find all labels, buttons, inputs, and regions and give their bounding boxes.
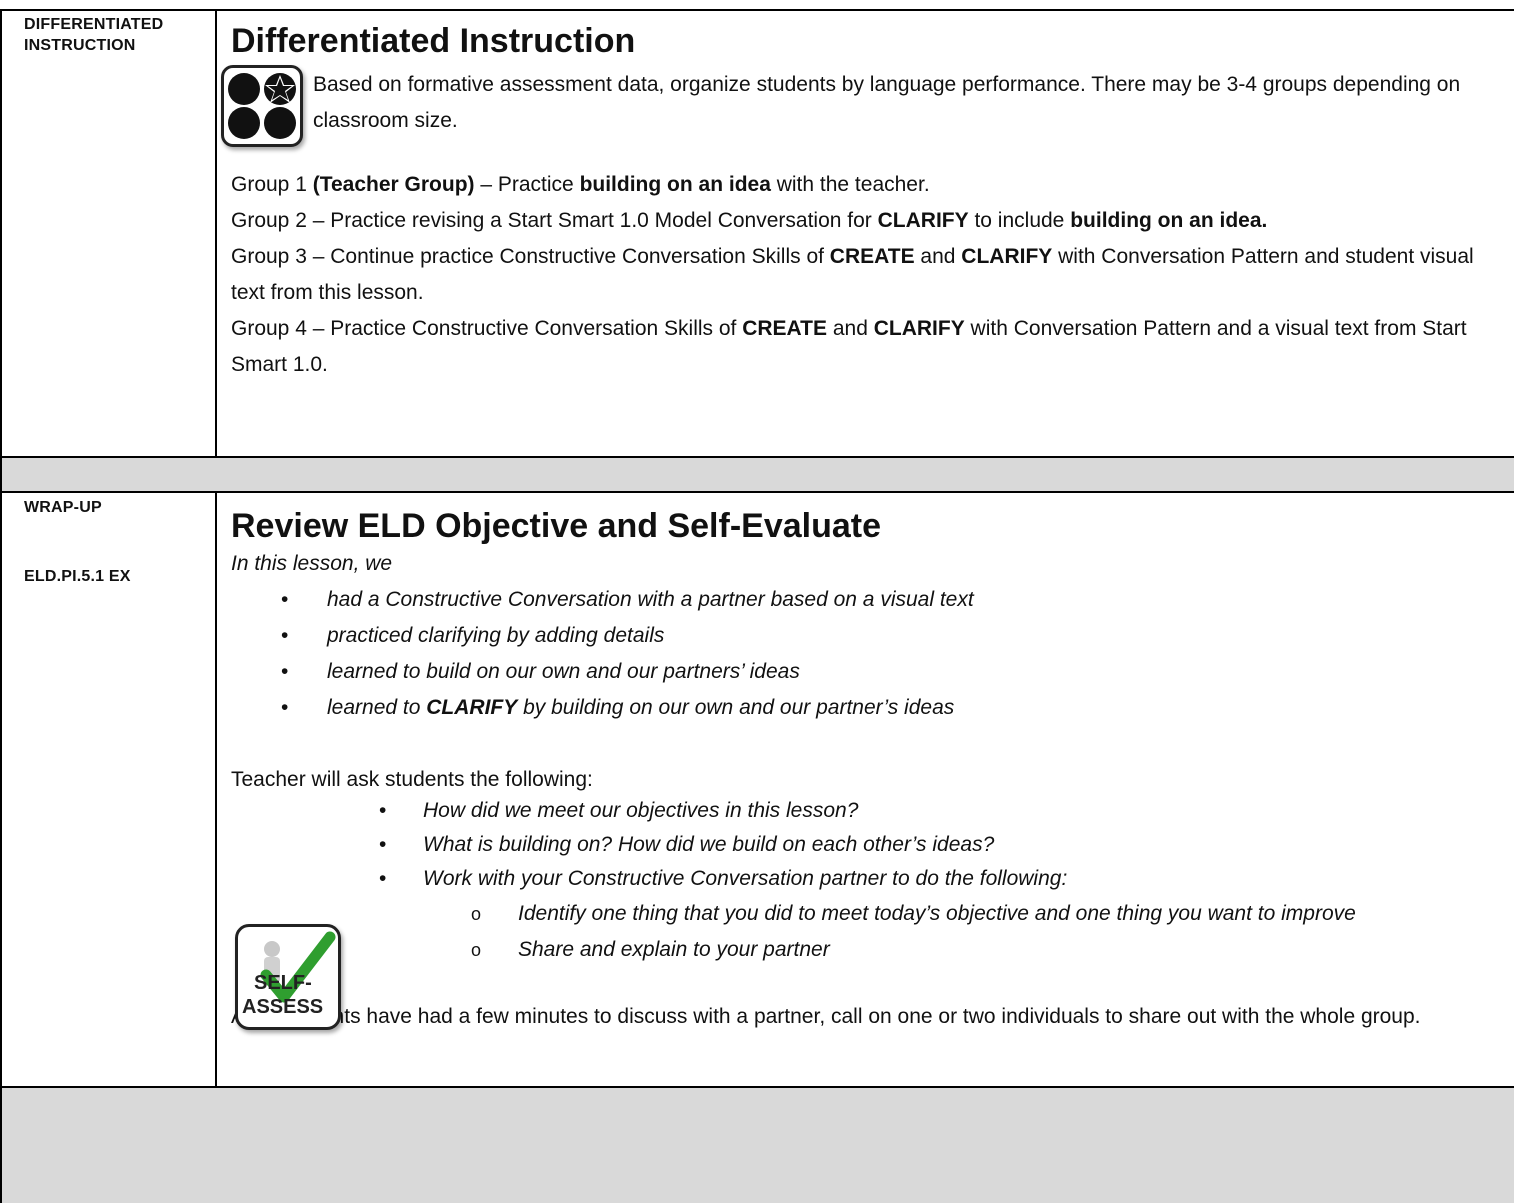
spacer-row bbox=[2, 457, 1514, 492]
group-4: Group 4 – Practice Constructive Conversa… bbox=[231, 317, 1467, 376]
list-item: What is building on? How did we build on… bbox=[231, 828, 1506, 862]
differentiated-content: Differentiated Instruction Based on form… bbox=[221, 21, 1506, 383]
icon-text-2: ASSESS bbox=[242, 996, 323, 1018]
section-heading: Differentiated Instruction bbox=[231, 22, 636, 60]
standard-code: ELD.PI.5.1 EX bbox=[24, 568, 131, 585]
list-item: Work with your Constructive Conversation… bbox=[231, 862, 1506, 896]
list-item: Identify one thing that you did to meet … bbox=[231, 896, 1506, 932]
spacer-row bbox=[2, 1087, 1514, 1203]
list-item: learned to build on our own and our part… bbox=[231, 654, 1506, 690]
self-assess-icon: SELF- ASSESS bbox=[235, 924, 341, 1030]
section-label-wrapup: WRAP-UP bbox=[24, 499, 102, 516]
list-item: How did we meet our objectives in this l… bbox=[231, 794, 1506, 828]
list-item: Share and explain to your partner bbox=[231, 932, 1506, 968]
list-item: had a Constructive Conversation with a p… bbox=[231, 582, 1506, 618]
intro-text: Based on formative assessment data, orga… bbox=[313, 73, 1461, 132]
group-3: Group 3 – Continue practice Constructive… bbox=[231, 245, 1474, 304]
list-item: learned to CLARIFY by building on our ow… bbox=[231, 690, 1506, 726]
wrapup-content: Review ELD Objective and Self-Evaluate I… bbox=[231, 506, 1506, 1034]
list-item: practiced clarifying by adding details bbox=[231, 618, 1506, 654]
icon-text-1: SELF- bbox=[254, 972, 312, 994]
closing-text: After students have had a few minutes to… bbox=[231, 1005, 1421, 1028]
lesson-lead: In this lesson, we bbox=[231, 552, 393, 575]
question-list: How did we meet our objectives in this l… bbox=[231, 794, 1506, 896]
lesson-bullets: had a Constructive Conversation with a p… bbox=[231, 582, 1506, 726]
sub-list: Identify one thing that you did to meet … bbox=[231, 896, 1506, 968]
grouping-icon bbox=[221, 65, 303, 147]
group-list: Group 1 (Teacher Group) – Practice build… bbox=[231, 167, 1506, 383]
lesson-plan-table: DIFFERENTIATED INSTRUCTION Differentiate… bbox=[0, 0, 1514, 1203]
section-label-differentiated: DIFFERENTIATED INSTRUCTION bbox=[24, 16, 164, 54]
section-heading: Review ELD Objective and Self-Evaluate bbox=[231, 507, 882, 545]
group-1: Group 1 (Teacher Group) – Practice build… bbox=[231, 173, 930, 196]
teacher-lead: Teacher will ask students the following: bbox=[231, 768, 593, 791]
group-2: Group 2 – Practice revising a Start Smar… bbox=[231, 209, 1268, 232]
